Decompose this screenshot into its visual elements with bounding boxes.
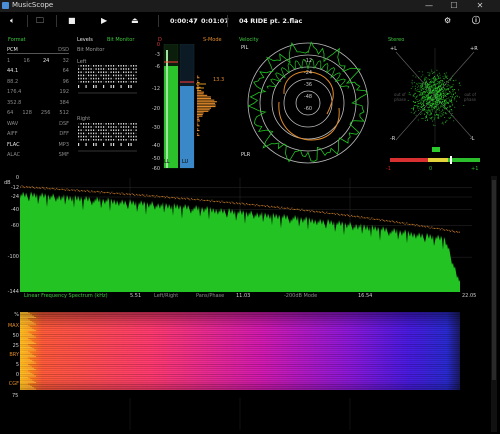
folder-icon[interactable]: 🗀 — [36, 12, 44, 30]
spectrogram-y-tick: 5 — [15, 362, 19, 368]
stereo-title[interactable]: Stereo — [388, 37, 404, 43]
format-option: 256 — [40, 110, 51, 116]
spectrogram — [20, 312, 460, 390]
meter-scale-tick: -50 — [151, 156, 160, 162]
format-option: 16 — [23, 57, 30, 64]
bit-monitor-display — [78, 65, 137, 152]
settings-icon[interactable]: ⚙ — [444, 12, 451, 30]
format-option: 192 — [59, 89, 69, 95]
meter-scale-tick: -20 — [151, 106, 160, 112]
s-mode-label[interactable]: S-Mode — [203, 37, 222, 43]
correlation-zero: 0 — [429, 166, 433, 172]
format-option: 96 — [62, 78, 69, 85]
bit-monitor-title[interactable]: Bit Monitor — [107, 37, 134, 43]
format-option: 384 — [59, 99, 69, 106]
stereo-goniometer — [390, 48, 480, 164]
spectrogram-y-tick: 25 — [12, 343, 19, 349]
info-icon[interactable]: ⓘ — [472, 12, 480, 30]
bit-monitor-label: Bit Monitor — [77, 47, 105, 53]
format-option: DFF — [59, 131, 69, 137]
format-option: 512 — [59, 110, 69, 116]
ring-label: -36 — [304, 82, 312, 88]
format-option: 24 — [43, 57, 50, 64]
meter-scale-tick: -40 — [151, 143, 160, 149]
meter-channel-ll: LL — [164, 159, 170, 165]
meter-scale-tick: -30 — [151, 125, 160, 131]
format-option: 64 — [62, 68, 69, 74]
format-option: 128 — [22, 110, 32, 116]
stop-icon[interactable]: ■ — [68, 12, 76, 30]
lower-grid — [129, 398, 351, 430]
eject-icon[interactable]: ⏏ — [131, 12, 139, 30]
spectrogram-y-tick: 0 — [15, 372, 19, 378]
levels-title: Levels — [77, 37, 93, 43]
spectrogram-y-tick: CGF — [8, 381, 19, 387]
toolbar-divider — [56, 15, 57, 27]
toolbar-divider — [227, 15, 228, 27]
velocity-polar-plot: -12 -24 -36 -48 -60 — [247, 41, 369, 164]
spectrum-x-tick: 5.51 — [130, 293, 142, 299]
spectrum-caption: Linear Frequency Spectrum (kHz) — [24, 293, 108, 299]
meter-scale: 0 -3 -6 -12 -20 -30 -40 -50 -60 — [146, 42, 160, 172]
toolbar-divider — [158, 15, 159, 27]
spectrum-x-tick: 11.03 — [236, 293, 251, 299]
meter-scale-tick: -60 — [151, 166, 160, 172]
ring-label: -48 — [304, 94, 312, 100]
track-name: 04 RIDE pt. 2.flac — [239, 17, 303, 25]
format-option: SMF — [58, 152, 69, 158]
time-divider: / — [194, 17, 197, 25]
ring-label: -24 — [304, 70, 312, 76]
close-button[interactable]: ✕ — [469, 0, 491, 12]
ring-label: -12 — [304, 58, 312, 64]
format-option: 32 — [62, 57, 69, 64]
spectrogram-y-tick: MAX — [7, 323, 19, 329]
toolbar-divider — [27, 15, 28, 27]
spectrogram-y-tick: BRY — [9, 352, 19, 358]
spectrogram-y-tick: 50 — [12, 333, 19, 339]
spectrum-mode-left-right[interactable]: Left/Right — [154, 293, 178, 299]
format-option: MP3 — [58, 141, 69, 148]
spectrum-x-tick: 16.54 — [358, 293, 373, 299]
correlation-min: -1 — [386, 166, 391, 172]
format-option: DSF — [59, 120, 69, 127]
spectrum-plot — [20, 178, 472, 292]
total-time: 0:01:07 — [201, 17, 229, 25]
spectrogram-y-tick: % — [14, 312, 19, 318]
minimize-button[interactable]: — — [418, 0, 440, 12]
spectrogram-bottom-tick: 75 — [12, 393, 19, 399]
meter-scale-tick: -12 — [151, 86, 160, 92]
scrollbar[interactable] — [491, 176, 497, 432]
spectrogram-y-axis: % MAX 50 25 BRY 5 0 CGF — [0, 0, 22, 434]
spectrum-x-tick: 22.05 — [462, 293, 477, 299]
correlation-max: +1 — [471, 166, 479, 172]
play-icon[interactable]: ▶ — [101, 12, 107, 30]
meter-channel-lu: LU — [182, 159, 189, 165]
maximize-button[interactable]: ☐ — [443, 0, 465, 12]
meter-readout: 13.3 — [213, 77, 225, 83]
scrollbar-thumb[interactable] — [492, 180, 496, 380]
title-bar: MusicScope — ☐ ✕ — [0, 0, 500, 12]
ring-label: -60 — [304, 106, 312, 112]
spectrum-mode-200db[interactable]: -200dB Mode — [284, 293, 317, 299]
spectrum-mode-pans-phase[interactable]: Pans/Phase — [196, 293, 224, 299]
level-meter — [163, 44, 217, 169]
